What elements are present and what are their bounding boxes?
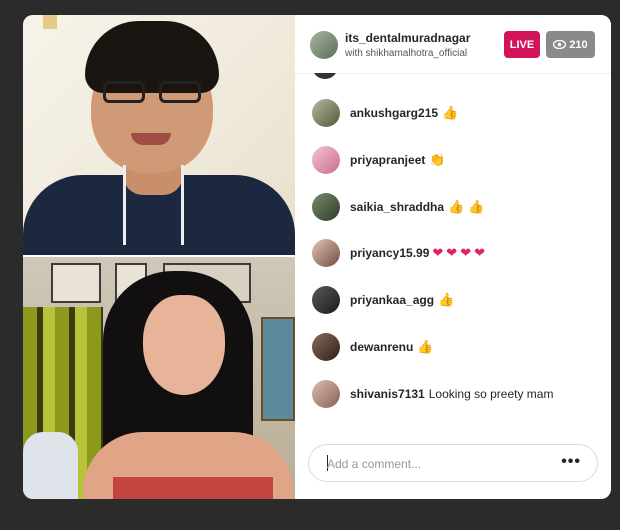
commenter-avatar[interactable] <box>312 286 340 314</box>
earphone-wire-right <box>181 165 184 245</box>
viewer-count-badge[interactable]: 210 <box>546 31 595 58</box>
partial-avatar <box>312 73 338 79</box>
heart-icon: ❤ <box>474 245 486 260</box>
clap-icon: 👏 <box>429 152 446 167</box>
thumbs-up-icon: 👍 <box>468 199 485 214</box>
heart-icon: ❤ <box>446 245 458 260</box>
comment-username[interactable]: ankushgarg215 <box>350 106 438 120</box>
guest-with-text[interactable]: with shikhamalhotra_official <box>345 48 467 59</box>
lamp <box>23 432 78 499</box>
host-smile <box>131 133 171 145</box>
comment-item: shivanis7131 Looking so preety mam <box>312 380 553 408</box>
comment-item: dewanrenu 👍 <box>312 333 434 361</box>
comment-input[interactable] <box>325 454 559 474</box>
guest-top <box>113 477 273 499</box>
guest-face <box>143 295 225 395</box>
comment-item: ankushgarg215 👍 <box>312 99 458 127</box>
comment-username[interactable]: priyancy15.99 <box>350 246 429 260</box>
more-options-button[interactable]: ••• <box>561 453 581 471</box>
heart-icon: ❤ <box>460 245 472 260</box>
commenter-avatar[interactable] <box>312 239 340 267</box>
comment-composer: ••• <box>308 444 598 482</box>
commenter-avatar[interactable] <box>312 333 340 361</box>
host-glasses <box>103 81 203 105</box>
comment-username[interactable]: priyankaa_agg <box>350 293 434 307</box>
commenter-avatar[interactable] <box>312 380 340 408</box>
comment-username[interactable]: saikia_shraddha <box>350 200 444 214</box>
viewer-count: 210 <box>569 38 588 51</box>
comment-item: priyapranjeet 👏 <box>312 146 446 174</box>
comment-item: priyancy15.99 ❤ ❤ ❤ ❤ <box>312 239 485 267</box>
thumbs-up-icon: 👍 <box>448 199 465 214</box>
comment-item: saikia_shraddha 👍 👍 <box>312 193 484 221</box>
live-video-area <box>23 15 295 499</box>
wall-picture-1 <box>51 263 101 303</box>
wall-painting <box>261 317 295 421</box>
guest-video-feed <box>23 257 295 499</box>
comment-message: Looking so preety mam <box>428 387 554 401</box>
commenter-avatar[interactable] <box>312 193 340 221</box>
comment-username[interactable]: priyapranjeet <box>350 153 425 167</box>
thumbs-up-icon: 👍 <box>442 105 459 120</box>
eye-icon <box>553 40 567 49</box>
host-username[interactable]: its_dentalmuradnagar <box>345 31 470 45</box>
thumbs-up-icon: 👍 <box>438 292 455 307</box>
wall-sticker <box>43 15 57 29</box>
commenter-avatar[interactable] <box>312 146 340 174</box>
comment-username[interactable]: dewanrenu <box>350 340 413 354</box>
live-stream-window: its_dentalmuradnagar with shikhamalhotra… <box>23 15 611 499</box>
earphone-wire-left <box>123 165 126 245</box>
comment-item: priyankaa_agg 👍 <box>312 286 454 314</box>
heart-icon: ❤ <box>432 245 444 260</box>
live-badge: LIVE <box>504 31 540 58</box>
live-header: its_dentalmuradnagar with shikhamalhotra… <box>295 15 611 74</box>
commenter-avatar[interactable] <box>312 99 340 127</box>
comment-username[interactable]: shivanis7131 <box>350 387 425 401</box>
comment-feed[interactable]: ankushgarg215 👍 priyapranjeet 👏 saikia_shr… <box>295 73 611 433</box>
host-avatar[interactable] <box>310 31 338 59</box>
host-video-feed <box>23 15 295 257</box>
thumbs-up-icon: 👍 <box>417 339 434 354</box>
